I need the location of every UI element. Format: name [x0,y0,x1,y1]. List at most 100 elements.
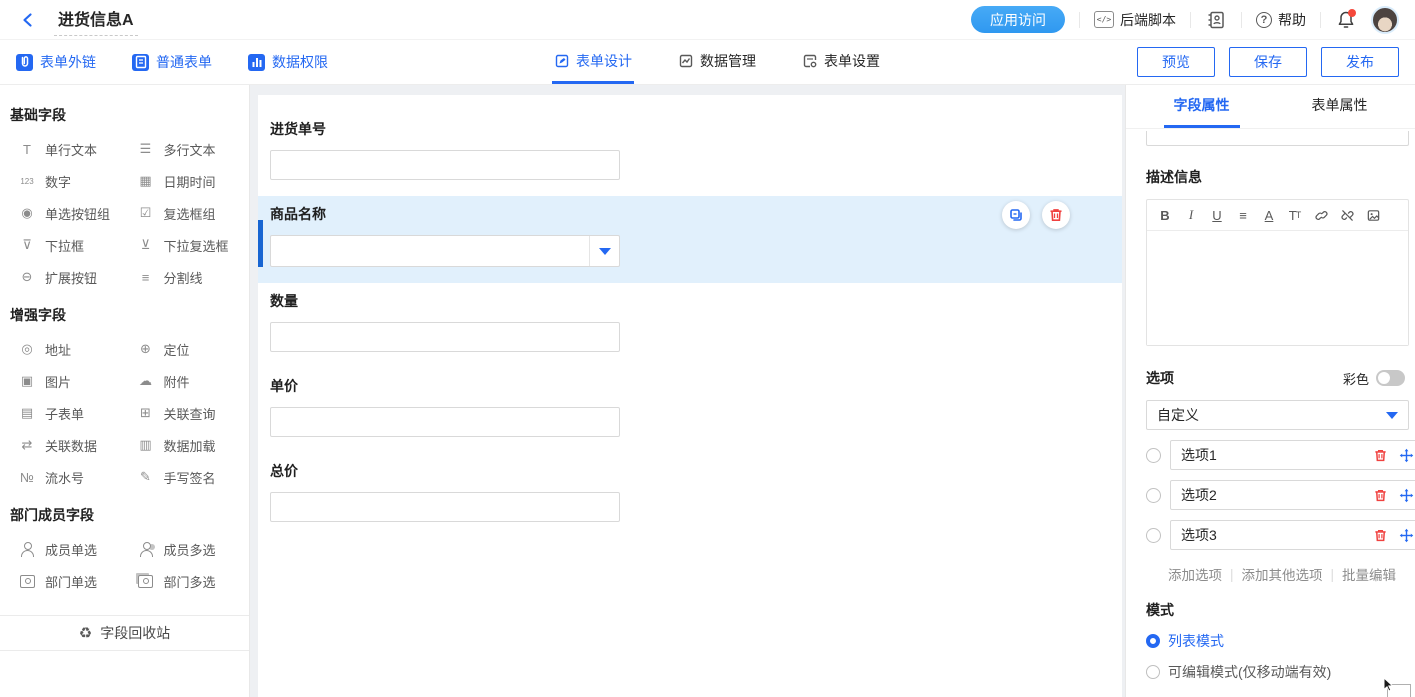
option-2-input[interactable] [1181,487,1362,503]
field-total-price[interactable]: 总价 [270,453,1110,538]
quantity-input[interactable] [270,322,620,352]
help-button[interactable]: ? 帮助 [1256,10,1306,30]
publish-button[interactable]: 发布 [1321,47,1399,77]
italic-button[interactable]: I [1181,205,1201,225]
duplicate-field-button[interactable] [1002,201,1030,229]
back-button[interactable] [16,8,40,32]
field-unit-price[interactable]: 单价 [270,368,1110,453]
total-price-input[interactable] [270,492,620,522]
sidebar-item-extend-button[interactable]: ⊖扩展按钮 [8,261,127,293]
sidebar-item-divider[interactable]: ≡分割线 [127,261,246,293]
font-color-button[interactable]: A [1259,205,1279,225]
notification-bell-button[interactable] [1335,9,1357,31]
sidebar-item-member-multi[interactable]: 成员多选 [127,533,246,565]
description-editor-body[interactable] [1147,231,1408,345]
move-option-handle[interactable] [1398,487,1414,503]
field-purchase-order-no[interactable]: 进货单号 [270,111,1110,196]
insert-link-button[interactable] [1311,205,1331,225]
unit-price-input[interactable] [270,407,620,437]
underline-button[interactable]: U [1207,205,1227,225]
form-design-icon [554,53,570,69]
contacts-button[interactable] [1205,9,1227,31]
tab-data-management[interactable]: 数据管理 [676,40,758,84]
backend-script-button[interactable]: </> 后端脚本 [1094,10,1176,30]
item-label: 定位 [164,340,190,359]
product-name-select[interactable] [270,235,620,267]
preview-button[interactable]: 预览 [1137,47,1215,77]
location-icon: ⊕ [137,341,155,357]
purchase-order-no-input[interactable] [270,150,620,180]
data-permission-button[interactable]: 数据权限 [248,52,328,72]
sidebar-item-number[interactable]: 123数字 [8,165,127,197]
delete-option-button[interactable] [1372,447,1388,463]
sidebar-item-linked-data[interactable]: ⇄关联数据 [8,429,127,461]
add-option-link[interactable]: 添加选项 [1168,564,1222,584]
tab-form-properties[interactable]: 表单属性 [1302,85,1378,128]
sidebar-item-multi-select[interactable]: ⊻下拉复选框 [127,229,246,261]
color-toggle[interactable] [1376,370,1405,386]
sidebar-item-multi-line-text[interactable]: ☰多行文本 [127,133,246,165]
avatar[interactable] [1371,6,1399,34]
serial-number-icon: № [18,470,36,485]
move-option-handle[interactable] [1398,447,1414,463]
normal-form-button[interactable]: 普通表单 [132,52,212,72]
form-canvas[interactable]: 进货单号 商品名称 数量 单价 [258,95,1122,697]
font-size-button[interactable]: TT [1285,205,1305,225]
sidebar-item-location[interactable]: ⊕ 定位 [127,333,246,365]
add-other-option-link[interactable]: 添加其他选项 [1242,564,1323,584]
sidebar-item-datetime[interactable]: ▦日期时间 [127,165,246,197]
option-radio[interactable] [1146,448,1161,463]
delete-field-button[interactable] [1042,201,1070,229]
mode-list-radio[interactable]: 列表模式 [1146,631,1409,651]
option-1-input[interactable] [1181,447,1362,463]
tab-form-design[interactable]: 表单设计 [552,40,634,84]
tab-field-properties[interactable]: 字段属性 [1164,85,1240,128]
sidebar-item-serial-number[interactable]: №流水号 [8,461,127,493]
save-button[interactable]: 保存 [1229,47,1307,77]
sidebar-item-dept-single[interactable]: 部门单选 [8,565,127,597]
option-radio[interactable] [1146,488,1161,503]
sidebar-item-subform[interactable]: ▤子表单 [8,397,127,429]
sidebar-item-select[interactable]: ⊽下拉框 [8,229,127,261]
batch-edit-link[interactable]: 批量编辑 [1342,564,1396,584]
sidebar-item-data-load[interactable]: ▥数据加载 [127,429,246,461]
insert-image-button[interactable] [1363,205,1383,225]
move-option-handle[interactable] [1398,527,1414,543]
tab-form-settings[interactable]: 表单设置 [800,40,882,84]
sidebar-item-signature[interactable]: ✎手写签名 [127,461,246,493]
options-header: 选项 彩色 [1146,368,1409,388]
field-label: 进货单号 [270,119,1110,139]
trash-icon [1373,528,1388,543]
sidebar-item-single-line-text[interactable]: T单行文本 [8,133,127,165]
sidebar-item-address[interactable]: ◎地址 [8,333,127,365]
field-product-name-selected[interactable]: 商品名称 [258,196,1122,283]
sidebar-item-attachment[interactable]: ☁附件 [127,365,246,397]
option-3-input[interactable] [1181,527,1362,543]
linked-query-icon: ⊞ [137,405,155,421]
option-input-wrap [1170,440,1415,470]
app-access-button[interactable]: 应用访问 [971,6,1065,33]
form-external-link-button[interactable]: 表单外链 [16,52,96,72]
mode-editable-radio[interactable]: 可编辑模式(仅移动端有效) [1146,662,1409,682]
field-title-input-partial[interactable] [1146,131,1409,146]
divider [1241,12,1242,28]
option-radio[interactable] [1146,528,1161,543]
properties-content: 描述信息 B I U ≡ A TT 选项 彩色 [1126,131,1415,697]
field-recycle-bin-button[interactable]: ♻ 字段回收站 [0,615,249,651]
remove-link-button[interactable] [1337,205,1357,225]
field-quantity[interactable]: 数量 [270,283,1110,368]
sidebar-item-image[interactable]: ▣图片 [8,365,127,397]
sidebar-item-radio-group[interactable]: ◉单选按钮组 [8,197,127,229]
sidebar-item-checkbox-group[interactable]: ☑复选框组 [127,197,246,229]
sidebar-item-dept-multi[interactable]: 部门多选 [127,565,246,597]
delete-option-button[interactable] [1372,487,1388,503]
sidebar-item-linked-query[interactable]: ⊞关联查询 [127,397,246,429]
item-label: 多行文本 [164,140,216,159]
section-title-basic-fields: 基础字段 [0,99,249,133]
bold-button[interactable]: B [1155,205,1175,225]
align-button[interactable]: ≡ [1233,205,1253,225]
sidebar-item-member-single[interactable]: 成员单选 [8,533,127,565]
option-source-select[interactable]: 自定义 [1146,400,1409,430]
delete-option-button[interactable] [1372,527,1388,543]
page-title[interactable]: 进货信息A [54,4,138,36]
